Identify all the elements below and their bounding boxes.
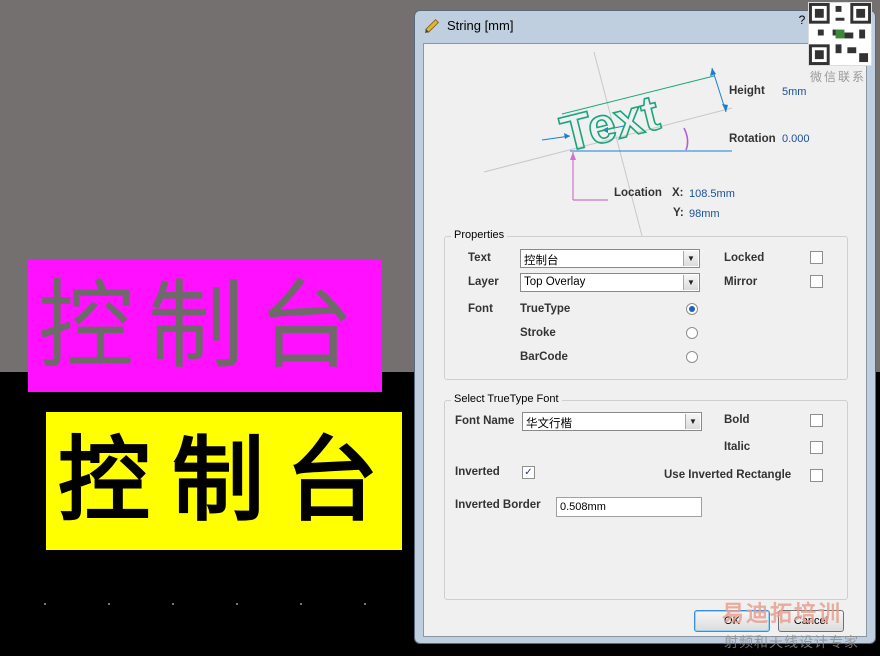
location-label: Location [614, 187, 662, 199]
layer-label: Layer [468, 276, 499, 288]
text-properties-diagram: Text [483, 51, 733, 237]
font-option-stroke: Stroke [520, 327, 556, 339]
dialog-title: String [mm] [447, 18, 514, 33]
font-name-combo[interactable]: 华文行楷 ▼ [522, 412, 702, 431]
font-option-truetype: TrueType [520, 303, 571, 315]
italic-label: Italic [724, 441, 751, 453]
font-option-barcode: BarCode [520, 351, 568, 363]
inverted-border-label: Inverted Border [455, 499, 541, 511]
properties-group-title: Properties [451, 229, 508, 241]
qr-caption: 微信联系 [810, 70, 867, 84]
rotation-label: Rotation [729, 133, 776, 145]
x-value: 108.5mm [689, 188, 735, 200]
text-combo[interactable]: 控制台 ▼ [520, 249, 700, 268]
bold-label: Bold [724, 414, 750, 426]
mirror-label: Mirror [724, 276, 758, 288]
font-name-label: Font Name [455, 415, 515, 427]
dialog-titlebar[interactable]: String [mm] ? ✕ [415, 11, 875, 41]
locked-checkbox[interactable] [810, 251, 823, 264]
inverted-checkbox[interactable]: ✓ [522, 466, 535, 479]
italic-checkbox[interactable] [810, 441, 823, 454]
barcode-radio[interactable] [686, 351, 698, 363]
inverted-border-input[interactable]: 0.508mm [556, 497, 702, 517]
string-dialog[interactable]: String [mm] ? ✕ Text Height 5mm Rotation… [414, 10, 876, 644]
watermark-brand: 易迪拓培训 [722, 601, 843, 626]
chevron-down-icon[interactable]: ▼ [683, 275, 698, 290]
watermark-subtitle: 射频和天线设计专家 [724, 634, 859, 650]
bold-checkbox[interactable] [810, 414, 823, 427]
layer-combo-value: Top Overlay [524, 276, 586, 288]
rotation-value: 0.000 [782, 133, 810, 145]
grid-dots [44, 603, 384, 605]
yellow-inverted-text[interactable]: 控制台 [58, 416, 400, 544]
text-combo-value: 控制台 [524, 255, 559, 267]
y-value: 98mm [689, 208, 720, 220]
pencil-icon [425, 19, 439, 33]
y-label: Y: [673, 207, 684, 219]
chevron-down-icon[interactable]: ▼ [683, 251, 698, 266]
layer-combo[interactable]: Top Overlay ▼ [520, 273, 700, 292]
x-label: X: [672, 187, 684, 199]
text-label: Text [468, 252, 491, 264]
height-value: 5mm [782, 86, 807, 98]
qr-code-icon [808, 2, 872, 66]
use-inverted-rect-checkbox[interactable] [810, 469, 823, 482]
dialog-client: Text Height 5mm Rotation 0.000 Location … [423, 43, 867, 637]
locked-label: Locked [724, 252, 765, 264]
truetype-radio[interactable] [686, 303, 698, 315]
magenta-string-text[interactable]: 控制台 [38, 262, 368, 390]
mirror-checkbox[interactable] [810, 275, 823, 288]
stroke-radio[interactable] [686, 327, 698, 339]
inverted-label: Inverted [455, 466, 500, 478]
inverted-border-value: 0.508mm [560, 501, 606, 513]
font-name-value: 华文行楷 [526, 418, 572, 430]
truetype-group-title: Select TrueType Font [451, 393, 562, 405]
use-inverted-rect-label: Use Inverted Rectangle [664, 469, 792, 481]
chevron-down-icon[interactable]: ▼ [685, 414, 700, 429]
height-label: Height [729, 85, 765, 97]
font-label: Font [468, 303, 493, 315]
